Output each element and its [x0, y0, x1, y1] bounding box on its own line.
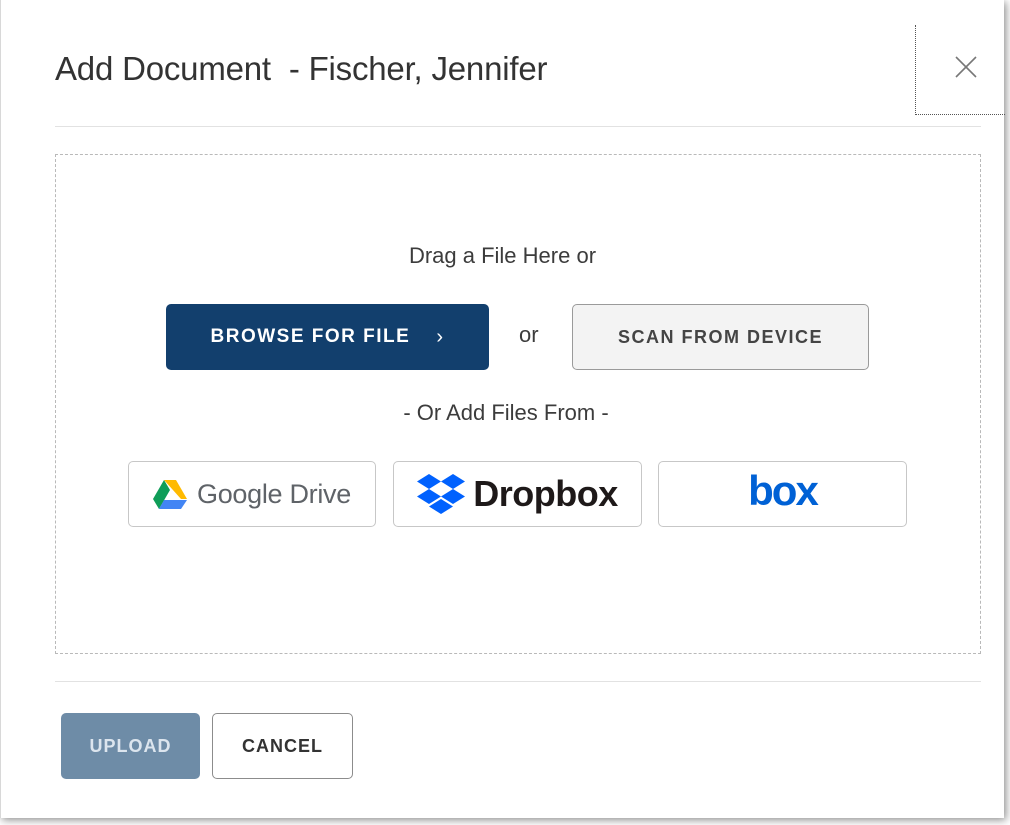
- upload-button-label: UPLOAD: [89, 735, 172, 756]
- box-button[interactable]: box: [658, 461, 907, 527]
- upload-button[interactable]: UPLOAD: [61, 713, 200, 779]
- cancel-button[interactable]: CANCEL: [212, 713, 353, 779]
- browse-button-label: BROWSE FOR FILE: [210, 326, 411, 347]
- drag-file-text: Drag a File Here or: [408, 243, 597, 268]
- dialog-title: Add Document - Fischer, Jennifer: [55, 50, 548, 87]
- dropbox-icon: [417, 474, 466, 514]
- box-logo: box: [748, 467, 819, 514]
- dropbox-label: Dropbox: [473, 473, 618, 514]
- chevron-right-icon: ›: [436, 325, 445, 348]
- scan-button-label: SCAN FROM DEVICE: [617, 326, 823, 347]
- or-text: or: [519, 322, 539, 347]
- close-icon: [955, 56, 977, 78]
- google-drive-button[interactable]: Google Drive: [128, 461, 376, 527]
- add-document-dialog: Add Document - Fischer, Jennifer Drag a …: [0, 0, 1005, 818]
- google-drive-label: Google Drive: [197, 478, 351, 509]
- dropbox-button[interactable]: Dropbox: [393, 461, 642, 527]
- browse-for-file-button[interactable]: BROWSE FOR FILE ›: [166, 304, 489, 370]
- cancel-button-label: CANCEL: [242, 735, 323, 756]
- header-divider: [55, 126, 981, 127]
- add-files-from-text: - Or Add Files From -: [403, 400, 609, 425]
- footer-divider: [55, 681, 981, 682]
- scan-from-device-button[interactable]: SCAN FROM DEVICE: [572, 304, 869, 370]
- google-drive-icon: [153, 480, 187, 509]
- close-button[interactable]: [915, 25, 1005, 115]
